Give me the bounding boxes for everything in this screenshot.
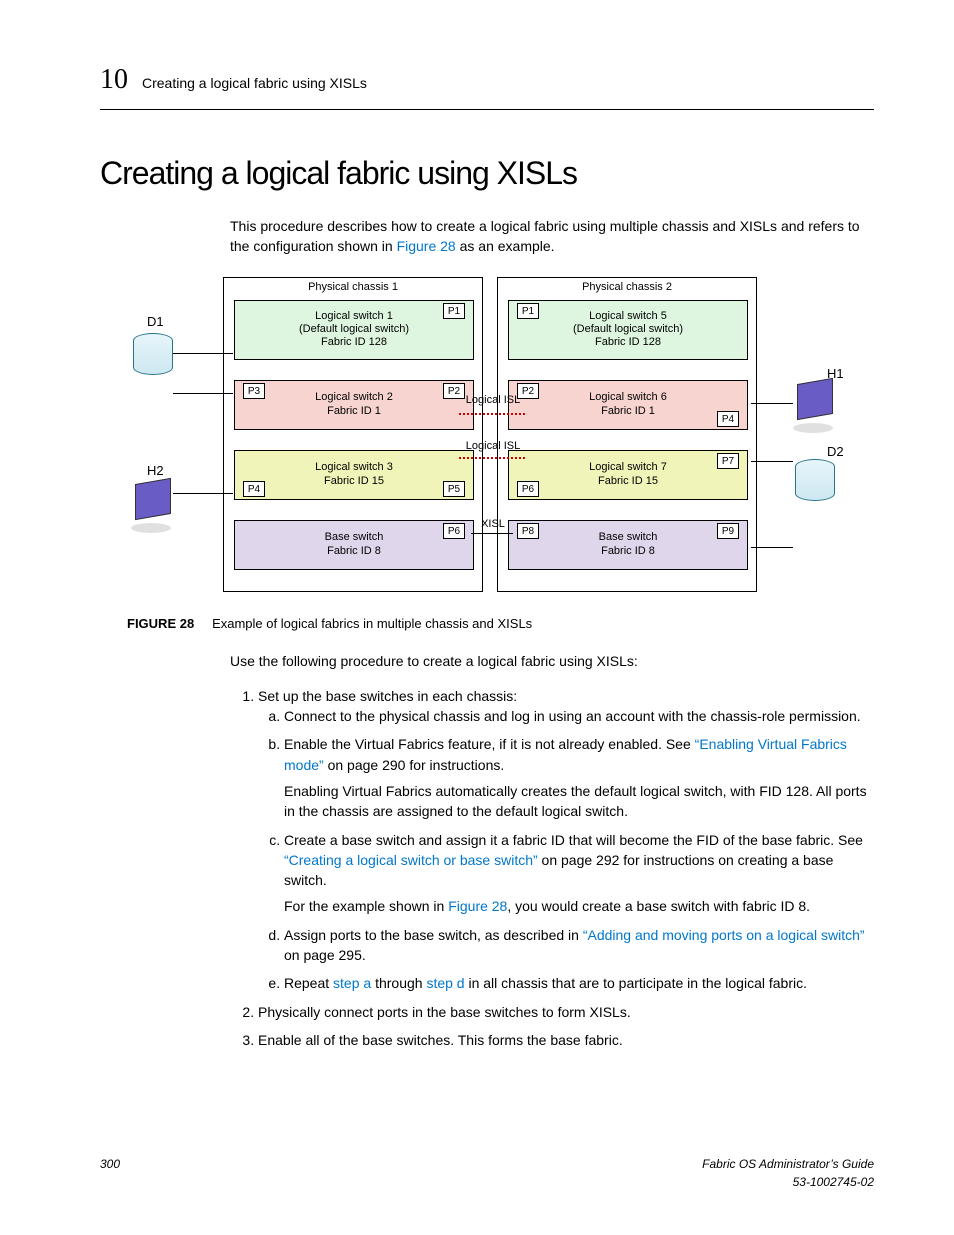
- port-p6b: P6: [517, 481, 539, 497]
- logical-switch-3: Logical switch 3 Fabric ID 15 P4 P5: [234, 450, 474, 500]
- figure-ref-link[interactable]: Figure 28: [397, 238, 456, 254]
- guide-title: Fabric OS Administrator’s Guide: [702, 1157, 874, 1171]
- base-switch-2: Base switch Fabric ID 8 P8 P9: [508, 520, 748, 570]
- step-1b: Enable the Virtual Fabrics feature, if i…: [284, 734, 874, 821]
- base-switch-1: Base switch Fabric ID 8 P6: [234, 520, 474, 570]
- procedure-lead-in: Use the following procedure to create a …: [230, 651, 874, 671]
- step-1c-followup: For the example shown in Figure 28, you …: [284, 896, 874, 916]
- port-p4b: P4: [717, 411, 739, 427]
- figure-ref-link-2[interactable]: Figure 28: [448, 898, 507, 914]
- chapter-number: 10: [100, 60, 128, 101]
- port-p3: P3: [243, 383, 265, 399]
- intro-paragraph: This procedure describes how to create a…: [230, 216, 874, 257]
- page-number: 300: [100, 1156, 120, 1191]
- port-p2: P2: [443, 383, 465, 399]
- running-title: Creating a logical fabric using XISLs: [142, 73, 367, 93]
- line-d2-bs2: [751, 547, 793, 549]
- logical-switch-2: Logical switch 2 Fabric ID 1 P3 P2: [234, 380, 474, 430]
- port-p1: P1: [443, 303, 465, 319]
- doc-number: 53-1002745-02: [793, 1175, 874, 1189]
- step-1b-followup: Enabling Virtual Fabrics automatically c…: [284, 781, 874, 822]
- port-p5: P5: [443, 481, 465, 497]
- logical-switch-6: Logical switch 6 Fabric ID 1 P2 P4: [508, 380, 748, 430]
- step-1c: Create a base switch and assign it a fab…: [284, 830, 874, 917]
- logical-switch-5: Logical switch 5 (Default logical switch…: [508, 300, 748, 360]
- disk-d1: [131, 333, 177, 375]
- figure-28: D1 H2 H1 D2 Physical chassis 1 Logical s…: [127, 277, 847, 634]
- link-add-ports[interactable]: “Adding and moving ports on a logical sw…: [583, 927, 865, 943]
- host-h2: [131, 481, 177, 533]
- port-p6: P6: [443, 523, 465, 539]
- line-h1-ls6: [751, 403, 793, 405]
- logical-switch-1: Logical switch 1 (Default logical switch…: [234, 300, 474, 360]
- page-footer: 300 Fabric OS Administrator’s Guide 53-1…: [100, 1156, 874, 1191]
- logical-isl-label-2: Logical ISL: [463, 439, 523, 455]
- figure-caption: FIGURE 28 Example of logical fabrics in …: [127, 613, 847, 634]
- port-p7: P7: [717, 453, 739, 469]
- figure-label: FIGURE 28: [127, 616, 194, 631]
- logical-isl-label-1: Logical ISL: [463, 393, 523, 409]
- port-p9: P9: [717, 523, 739, 539]
- label-h2: H2: [147, 462, 164, 481]
- physical-chassis-1: Physical chassis 1 Logical switch 1 (Def…: [223, 277, 483, 592]
- procedure-steps: Set up the base switches in each chassis…: [230, 686, 874, 1050]
- link-create-switch[interactable]: “Creating a logical switch or base switc…: [284, 852, 538, 868]
- figure-caption-text: Example of logical fabrics in multiple c…: [212, 616, 532, 631]
- port-p4: P4: [243, 481, 265, 497]
- step-1e: Repeat step a through step d in all chas…: [284, 973, 874, 993]
- port-p1b: P1: [517, 303, 539, 319]
- physical-chassis-2: Physical chassis 2 Logical switch 5 (Def…: [497, 277, 757, 592]
- logical-isl-line-1: [459, 413, 525, 415]
- section-heading: Creating a logical fabric using XISLs: [100, 150, 874, 196]
- logical-switch-7: Logical switch 7 Fabric ID 15 P6 P7: [508, 450, 748, 500]
- link-step-a[interactable]: step a: [333, 975, 371, 991]
- link-step-d[interactable]: step d: [426, 975, 464, 991]
- intro-post: as an example.: [460, 238, 555, 254]
- disk-d2: [793, 459, 839, 501]
- host-h1: [793, 381, 839, 433]
- running-header: 10 Creating a logical fabric using XISLs: [100, 60, 874, 101]
- logical-isl-line-2: [459, 457, 525, 459]
- line-d2-ls7a: [751, 461, 793, 463]
- label-d1: D1: [147, 313, 164, 332]
- step-1a: Connect to the physical chassis and log …: [284, 706, 874, 726]
- step-1d: Assign ports to the base switch, as desc…: [284, 925, 874, 966]
- step-1: Set up the base switches in each chassis…: [258, 686, 874, 994]
- step-2: Physically connect ports in the base swi…: [258, 1002, 874, 1022]
- step-3: Enable all of the base switches. This fo…: [258, 1030, 874, 1050]
- chassis1-label: Physical chassis 1: [224, 278, 482, 298]
- xisl-label: XISL: [477, 517, 509, 533]
- header-rule: [100, 109, 874, 110]
- port-p8: P8: [517, 523, 539, 539]
- chassis2-label: Physical chassis 2: [498, 278, 756, 298]
- xisl-line: [471, 533, 513, 534]
